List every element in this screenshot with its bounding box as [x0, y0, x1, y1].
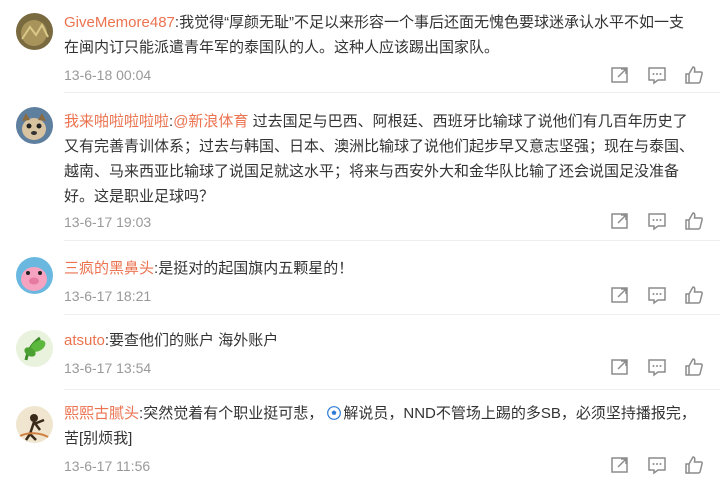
username-link[interactable]: 三疯的黑鼻头 — [64, 260, 154, 277]
avatar[interactable] — [16, 330, 53, 367]
mention-link[interactable]: @新浪体育 — [173, 113, 248, 130]
timestamp: 13-6-17 18:21 — [64, 288, 152, 304]
thumbs-up-icon[interactable] — [683, 64, 705, 86]
comment-actions — [609, 210, 709, 234]
comment-text: 熙熙古腻头:突然觉着有个职业挺可悲， 解说员，NND不管场上踢的多SB，必须坚持… — [64, 401, 704, 451]
timestamp: 13-6-17 13:54 — [64, 360, 152, 376]
comment-line: 好。这是职业足球吗？ — [64, 188, 215, 205]
username-link[interactable]: 熙熙古腻头 — [64, 405, 139, 422]
avatar[interactable] — [16, 107, 53, 144]
share-icon[interactable] — [609, 210, 631, 232]
football-icon — [327, 406, 342, 420]
timestamp: 13-6-18 00:04 — [64, 67, 152, 83]
share-icon[interactable] — [609, 284, 631, 306]
thumbs-up-icon[interactable] — [683, 284, 705, 306]
timestamp: 13-6-17 19:03 — [64, 214, 152, 230]
comment-item: atsuto:要查他们的账户 海外账户 13-6-17 13:54 — [0, 315, 720, 385]
comment-actions — [609, 454, 709, 478]
comment-line: 又有完善青训体系；过去与韩国、日本、澳洲比输球了说他们起步早又意志坚强；现在与泰… — [64, 138, 695, 155]
avatar-image — [16, 330, 53, 367]
thumbs-up-icon[interactable] — [683, 210, 705, 232]
timestamp: 13-6-17 11:56 — [64, 458, 151, 474]
comment-item: 熙熙古腻头:突然觉着有个职业挺可悲， 解说员，NND不管场上踢的多SB，必须坚持… — [0, 390, 720, 479]
username-link[interactable]: atsuto — [64, 332, 105, 349]
share-icon[interactable] — [609, 356, 631, 378]
avatar[interactable] — [16, 13, 53, 50]
thumbs-up-icon[interactable] — [683, 356, 705, 378]
comment-text: 三疯的黑鼻头:是挺对的起国旗内五颗星的！ — [64, 256, 704, 281]
comment-item: 三疯的黑鼻头:是挺对的起国旗内五颗星的！ 13-6-17 18:21 — [0, 241, 720, 311]
comment-line: 是挺对的起国旗内五颗星的！ — [158, 260, 354, 277]
comment-actions — [609, 356, 709, 380]
comment-line: 在闽内订只能派遣青年军的泰国队的人。这种人应该踢出国家队。 — [64, 39, 500, 56]
avatar-image — [16, 257, 53, 294]
thumbs-up-icon[interactable] — [683, 454, 705, 476]
share-icon[interactable] — [609, 454, 631, 476]
avatar-image — [16, 406, 53, 443]
comment-icon[interactable] — [646, 64, 668, 86]
comment-icon[interactable] — [646, 454, 668, 476]
username-link[interactable]: 我来啪啦啦啦啦 — [64, 113, 169, 130]
comment-line: 我觉得“厚颜无耻”不足以来形容一个事后还面无愧色要球迷承认水平不如一支 — [179, 14, 685, 31]
comment-text: 我来啪啦啦啦啦:@新浪体育 过去国足与巴西、阿根廷、西班牙比输球了说他们有几百年… — [64, 109, 704, 209]
comment-line: 要查他们的账户 海外账户 — [109, 332, 279, 349]
comment-line: 突然觉着有个职业挺可悲， — [143, 405, 324, 422]
comment-line: 越南、马来西亚比输球了说国足就这水平；将来与西安外大和金华队比输了还会说国足没准… — [64, 163, 680, 180]
avatar-image — [16, 13, 53, 50]
comment-icon[interactable] — [646, 356, 668, 378]
comment-icon[interactable] — [646, 284, 668, 306]
comment-line: 过去国足与巴西、阿根廷、西班牙比输球了说他们有几百年历史了 — [252, 113, 688, 130]
avatar-image — [16, 107, 53, 144]
avatar[interactable] — [16, 406, 53, 443]
comment-text: atsuto:要查他们的账户 海外账户 — [64, 328, 704, 353]
comment-item: GiveMemore487:我觉得“厚颜无耻”不足以来形容一个事后还面无愧色要球… — [0, 0, 720, 92]
comment-line: 解说员，NND不管场上踢的多SB，必须坚持播报完， — [343, 405, 696, 422]
comment-line: 苦[别烦我] — [64, 430, 133, 447]
comment-icon[interactable] — [646, 210, 668, 232]
comment-actions — [609, 284, 709, 308]
comment-text: GiveMemore487:我觉得“厚颜无耻”不足以来形容一个事后还面无愧色要球… — [64, 10, 704, 60]
avatar[interactable] — [16, 257, 53, 294]
share-icon[interactable] — [609, 64, 631, 86]
comment-item: 我来啪啦啦啦啦:@新浪体育 过去国足与巴西、阿根廷、西班牙比输球了说他们有几百年… — [0, 93, 720, 233]
comment-actions — [609, 64, 709, 88]
username-link[interactable]: GiveMemore487 — [64, 14, 175, 31]
